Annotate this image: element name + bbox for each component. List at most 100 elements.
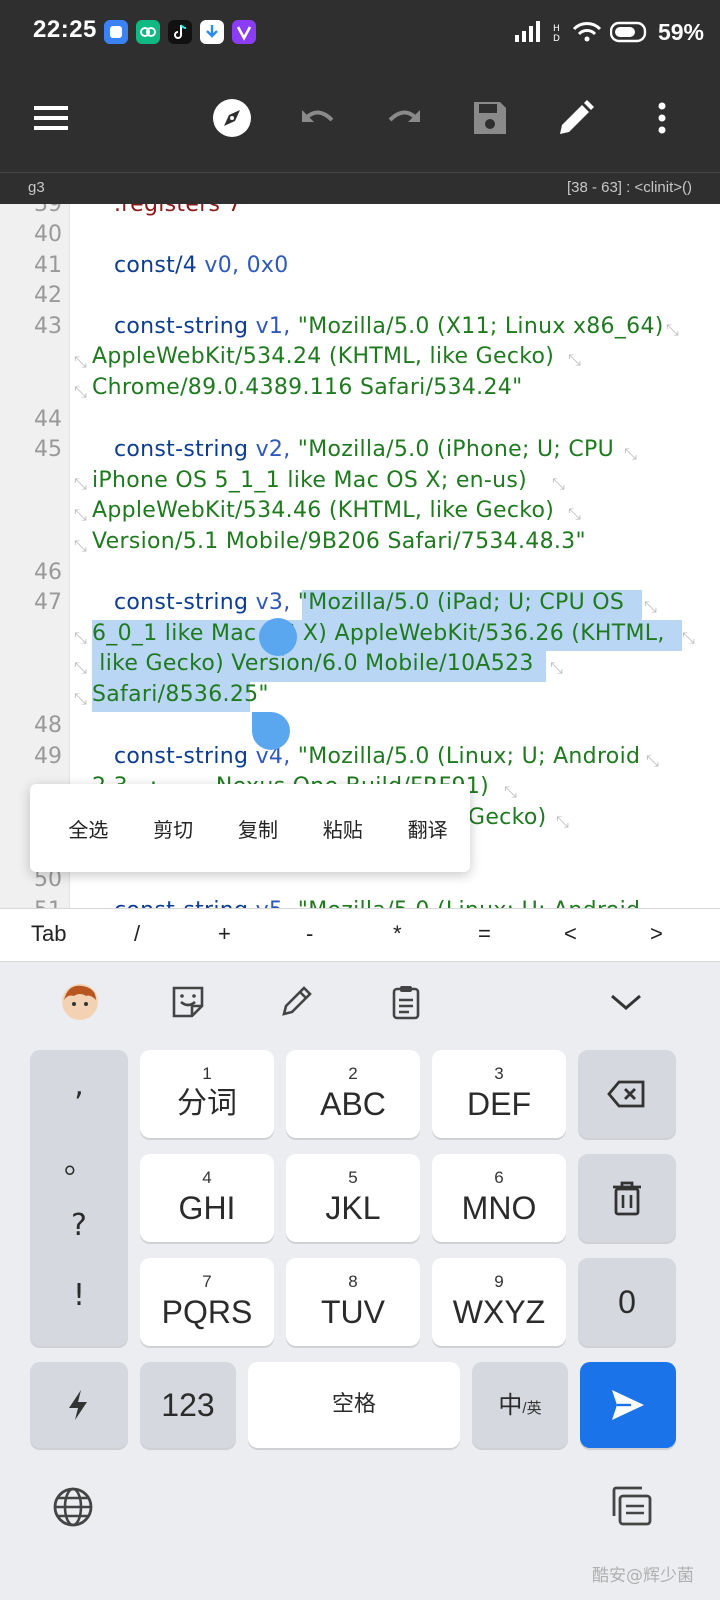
greater-than-key[interactable]: > [650, 921, 663, 947]
battery-icon [609, 21, 647, 43]
wrap-arrow-icon: ⤡ [74, 474, 87, 493]
asterisk-key[interactable]: * [393, 921, 402, 947]
wrap-arrow-icon: ⤡ [552, 474, 565, 493]
key-1[interactable]: 1 分词 [140, 1050, 274, 1138]
collapse-keyboard-icon[interactable] [606, 982, 646, 1022]
file-label: g3 [28, 179, 45, 196]
exclamation-key[interactable]: ! [30, 1278, 128, 1313]
code-wrap-line: like Gecko) Version/6.0 Mobile/10A523 [92, 651, 534, 676]
soft-keyboard: , 。 ? ! 1 分词 2 ABC 3 DEF 4 GHI 5 JKL 6 MNO 7 PQ… [0, 962, 720, 1600]
backspace-key[interactable] [578, 1050, 676, 1138]
compass-icon[interactable] [210, 96, 254, 140]
code-line-43: const-string v1, "Mozilla/5.0 (X11; Linu… [114, 314, 664, 339]
edit-icon[interactable] [554, 96, 598, 140]
minus-key[interactable]: - [306, 921, 313, 947]
more-vert-icon[interactable] [640, 96, 684, 140]
clipboard-icon[interactable] [386, 982, 426, 1022]
undo-icon[interactable] [296, 96, 340, 140]
wrap-arrow-icon: ⤡ [556, 812, 569, 831]
key-3[interactable]: 3 DEF [432, 1050, 566, 1138]
key-2[interactable]: 2 ABC [286, 1050, 420, 1138]
line-number: 47 [34, 590, 62, 615]
wrap-arrow-icon: ⤡ [74, 382, 87, 401]
selection-start-handle[interactable] [259, 618, 297, 656]
cut-menu-item[interactable]: 剪切 [131, 814, 216, 843]
avatar-icon[interactable] [60, 982, 100, 1022]
line-number: 48 [34, 713, 62, 738]
select-all-menu-item[interactable]: 全选 [46, 814, 131, 843]
key-6[interactable]: 6 MNO [432, 1154, 566, 1242]
signal-icon [514, 21, 540, 42]
less-than-key[interactable]: < [564, 921, 577, 947]
line-number: 40 [34, 222, 62, 247]
slash-key[interactable]: / [134, 921, 140, 947]
backspace-icon [607, 1080, 645, 1108]
code-wrap-line: Chrome/89.0.4389.116 Safari/534.24" [92, 375, 523, 400]
svg-text:D: D [553, 34, 560, 43]
wrap-arrow-icon: ⤡ [682, 628, 695, 647]
app-toolbar [0, 64, 720, 172]
menu-icon[interactable] [30, 96, 74, 140]
enter-send-key[interactable] [580, 1362, 676, 1448]
key-0[interactable]: 0 [578, 1258, 676, 1346]
quick-symbol-key[interactable] [30, 1362, 128, 1448]
space-key[interactable]: 空格 [248, 1362, 460, 1448]
redo-icon[interactable] [382, 96, 426, 140]
code-line-39: .registers 7 [114, 204, 242, 217]
line-number: 46 [34, 560, 62, 585]
wrap-arrow-icon: ⤡ [74, 505, 87, 524]
multi-window-icon[interactable] [610, 1484, 654, 1528]
send-icon [612, 1390, 644, 1420]
code-line-45: const-string v2, "Mozilla/5.0 (iPhone; U… [114, 437, 615, 462]
svg-text:H: H [553, 24, 560, 34]
code-line-41: const/4 v0, 0x0 [114, 253, 289, 278]
code-wrap-line: Version/5.1 Mobile/9B206 Safari/7534.48.… [92, 529, 586, 554]
wrap-arrow-icon: ⤡ [74, 689, 87, 708]
key-7[interactable]: 7 PQRS [140, 1258, 274, 1346]
punctuation-column[interactable]: , 。 ? ! [30, 1050, 128, 1346]
equals-key[interactable]: = [478, 921, 491, 947]
app-notification-purple-icon [232, 20, 256, 44]
wrap-arrow-icon: ⤡ [550, 658, 563, 677]
app-notification-green-icon [136, 20, 160, 44]
wrap-arrow-icon: ⤡ [74, 536, 87, 555]
sticker-icon[interactable] [168, 982, 208, 1022]
copy-menu-item[interactable]: 复制 [216, 814, 301, 843]
code-line-49: const-string v4, "Mozilla/5.0 (Linux; U;… [114, 744, 641, 769]
code-line-47: const-string v3, "Mozilla/5.0 (iPad; U; … [114, 590, 625, 615]
plus-key[interactable]: + [218, 921, 231, 947]
trash-icon [613, 1181, 641, 1216]
selection-end-handle[interactable] [252, 712, 290, 750]
status-time: 22:25 [33, 16, 97, 43]
wrap-arrow-icon: ⤡ [74, 628, 87, 647]
globe-icon[interactable] [52, 1486, 94, 1528]
numbers-key[interactable]: 123 [140, 1362, 236, 1448]
clear-key[interactable] [578, 1154, 676, 1242]
key-5[interactable]: 5 JKL [286, 1154, 420, 1242]
wrap-arrow-icon: ⤡ [504, 782, 517, 801]
comma-key[interactable]: , [30, 1068, 128, 1103]
status-bar: 22:25 HD 59% [0, 0, 720, 64]
paste-menu-item[interactable]: 粘贴 [300, 814, 385, 843]
key-4[interactable]: 4 GHI [140, 1154, 274, 1242]
code-wrap-line: Gecko) [468, 805, 547, 830]
tab-key[interactable]: Tab [31, 921, 66, 947]
period-key[interactable]: 。 [30, 1138, 128, 1182]
save-icon[interactable] [468, 96, 512, 140]
wrap-arrow-icon: ⤡ [646, 751, 659, 770]
line-number: 39 [34, 204, 62, 217]
handwriting-icon[interactable] [276, 982, 316, 1022]
key-9[interactable]: 9 WXYZ [432, 1258, 566, 1346]
question-key[interactable]: ? [30, 1208, 128, 1243]
translate-menu-item[interactable]: 翻译 [385, 814, 470, 843]
system-icons: HD 59% [514, 18, 704, 46]
line-number: 45 [34, 437, 62, 462]
wrap-arrow-icon: ⤡ [568, 350, 581, 369]
download-icon [200, 20, 224, 44]
method-position-label: [38 - 63] : <clinit>() [566, 179, 692, 196]
language-switch-key[interactable]: 中/英 [472, 1362, 568, 1448]
battery-percent: 59% [657, 18, 704, 45]
app-notification-blue-icon [104, 20, 128, 44]
key-8[interactable]: 8 TUV [286, 1258, 420, 1346]
wrap-arrow-icon: ⤡ [74, 352, 87, 371]
